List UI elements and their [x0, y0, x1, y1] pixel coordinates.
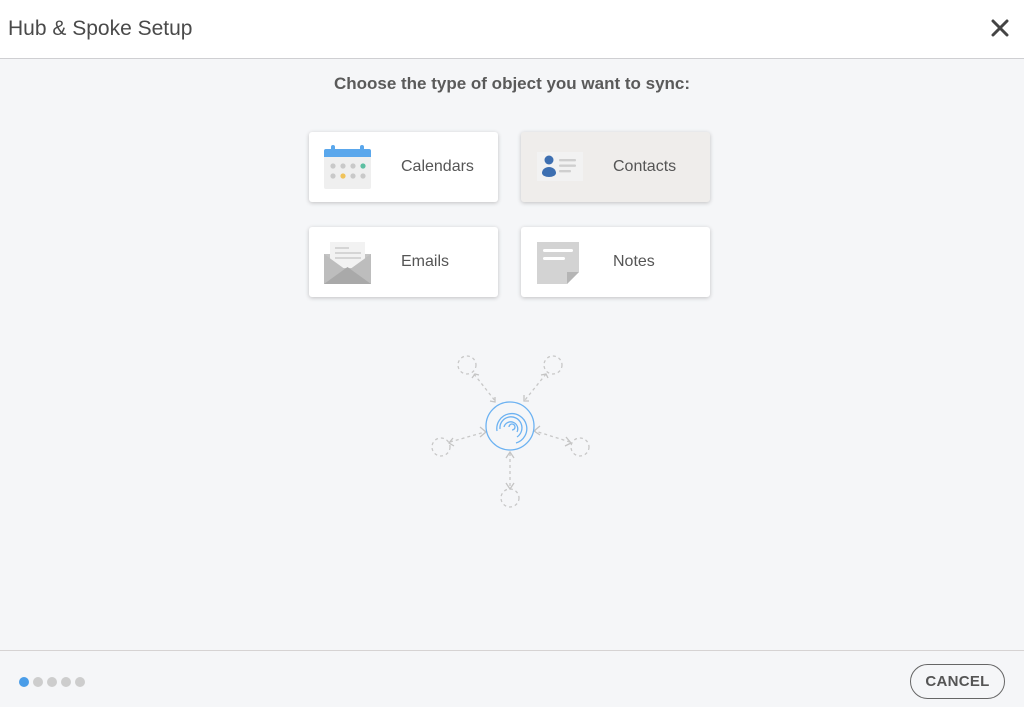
spoke-node: [457, 355, 477, 375]
dialog-header: Hub & Spoke Setup: [0, 0, 1024, 59]
step-dot-4: [61, 677, 71, 687]
option-label: Calendars: [401, 158, 474, 175]
cancel-button[interactable]: CANCEL: [910, 664, 1005, 699]
step-indicator: [19, 677, 85, 687]
option-contacts[interactable]: Contacts: [521, 132, 710, 202]
spoke-node: [500, 488, 520, 508]
hub-icon: [485, 401, 535, 451]
option-notes[interactable]: Notes: [521, 227, 710, 297]
close-button[interactable]: [988, 14, 1012, 42]
contact-card-icon: [537, 152, 583, 181]
option-label: Contacts: [613, 158, 677, 175]
close-icon: [991, 19, 1009, 37]
option-calendars[interactable]: Calendars: [309, 132, 498, 202]
option-label: Notes: [613, 253, 655, 270]
envelope-icon: [324, 242, 371, 284]
option-label: Emails: [401, 253, 450, 270]
spoke-node: [543, 355, 563, 375]
dialog-title: Hub & Spoke Setup: [8, 17, 193, 40]
spoke-node: [431, 437, 451, 457]
note-icon: [537, 242, 579, 284]
sync-prompt: Choose the type of object you want to sy…: [333, 74, 691, 93]
hub-and-spoke-illustration: [431, 355, 590, 508]
option-emails[interactable]: Emails: [309, 227, 498, 297]
dialog-footer: CANCEL: [0, 650, 1024, 707]
step-dot-2: [33, 677, 43, 687]
calendar-icon: [324, 145, 371, 189]
step-dot-3: [47, 677, 57, 687]
step-dot-5: [75, 677, 85, 687]
spoke-lines: [431, 355, 590, 508]
spoke-node: [570, 437, 590, 457]
step-dot-1: [19, 677, 29, 687]
